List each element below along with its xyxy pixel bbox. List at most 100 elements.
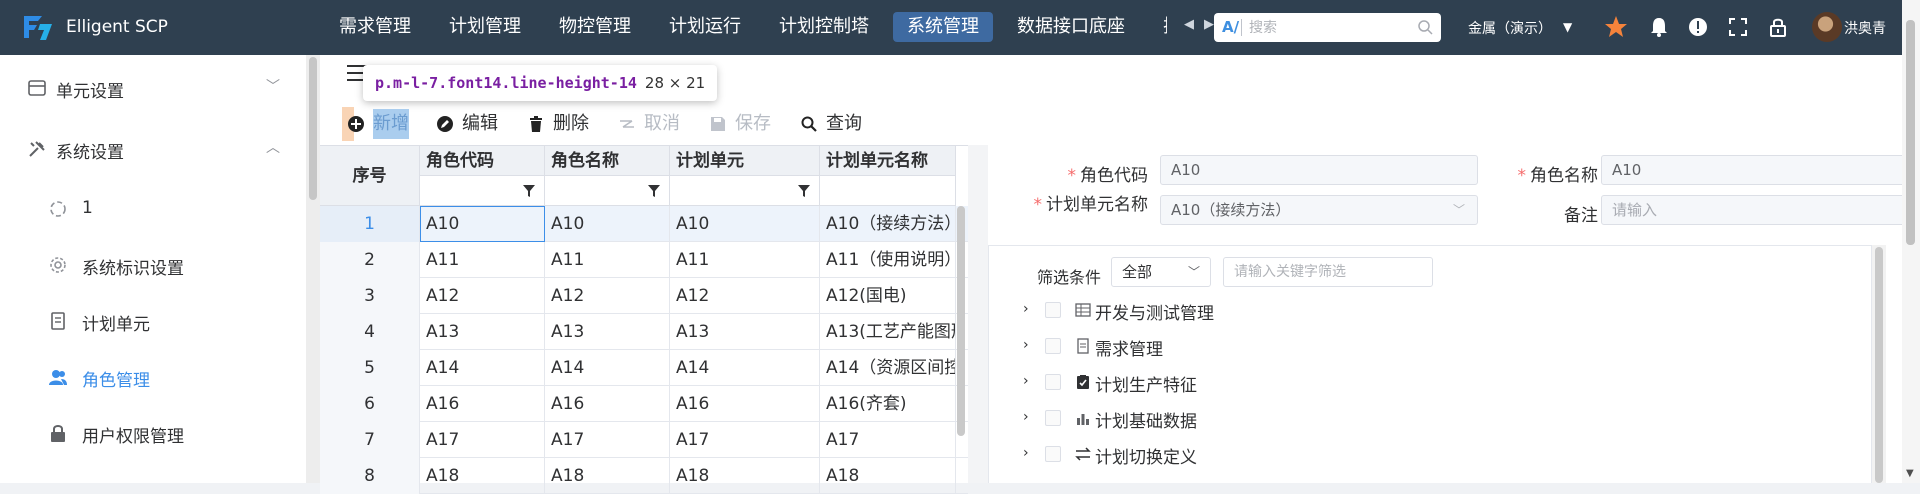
table-row[interactable]: 2 A11 A11 A11 A11（使用说明） [320,242,968,278]
page-scroll-thumb[interactable] [1906,20,1915,245]
cell-role-code[interactable]: A10 [420,206,545,242]
role-code-field[interactable]: A10 [1160,155,1478,185]
sidebar-item-system-settings[interactable]: 系统设置 ︿ [0,121,306,175]
sidebar-item-plan-unit[interactable]: 计划单元 [0,293,306,347]
chevron-right-icon[interactable]: › [1023,445,1029,461]
delete-button[interactable]: 删除 [527,109,599,139]
sidebar-item-system-id[interactable]: 系统标识设置 [0,237,306,291]
chevron-down-icon[interactable]: ▼ [1563,20,1572,34]
nav-system[interactable]: 系统管理 [893,12,993,42]
cell-role-name[interactable]: A14 [545,350,670,386]
table-row[interactable]: 1 A10 A10 A10 A10（接续方法） [320,206,968,242]
nav-plan[interactable]: 计划管理 [435,12,535,42]
column-header-plan-unit-name[interactable]: 计划单元名称 [820,146,956,176]
cell-role-name[interactable]: A11 [545,242,670,278]
user-avatar[interactable] [1812,12,1842,42]
cell-plan-unit-name[interactable]: A16(齐套) [820,386,956,422]
scroll-down-arrow-icon[interactable]: ▼ [1906,468,1914,479]
cell-role-name[interactable]: A18 [545,458,670,494]
cell-role-name[interactable]: A10 [545,206,670,242]
cell-role-code[interactable]: A16 [420,386,545,422]
filter-cell-role-code[interactable] [420,176,545,206]
cell-plan-unit[interactable]: A18 [670,458,820,494]
cell-plan-unit-name[interactable]: A11（使用说明） [820,242,956,278]
page-scrollbar[interactable]: ▼ [1902,0,1920,483]
nav-demand[interactable]: 需求管理 [325,12,425,42]
table-row[interactable]: 6 A16 A16 A16 A16(齐套) [320,386,968,422]
cell-plan-unit-name[interactable]: A18 [820,458,956,494]
filter-icon[interactable] [797,184,811,198]
column-header-no[interactable]: 序号 [320,146,420,206]
filter-cell-plan-unit[interactable] [670,176,820,206]
filter-icon[interactable] [647,184,661,198]
cell-plan-unit-name[interactable]: A12(国电) [820,278,956,314]
cell-role-name[interactable]: A16 [545,386,670,422]
chevron-right-icon[interactable]: › [1023,373,1029,389]
search-input[interactable] [1249,17,1409,38]
table-row[interactable]: 7 A17 A17 A17 A17 [320,422,968,458]
chevron-right-icon[interactable]: › [1023,337,1029,353]
app-logo-icon[interactable] [20,12,56,42]
cell-plan-unit[interactable]: A17 [670,422,820,458]
sidebar-item-unit-settings[interactable]: 单元设置 ﹀ [0,60,306,114]
filter-condition-select[interactable]: 全部 ﹀ [1111,257,1211,287]
nav-extension[interactable]: 扩展 [1149,12,1167,42]
table-row[interactable]: 3 A12 A12 A12 A12(国电) [320,278,968,314]
cell-role-name[interactable]: A12 [545,278,670,314]
tenant-selector[interactable]: 金属（演示） [1468,18,1552,38]
cell-plan-unit-name[interactable]: A10（接续方法） [820,206,956,242]
cell-plan-unit[interactable]: A10 [670,206,820,242]
chevron-right-icon[interactable]: › [1023,409,1029,425]
cell-plan-unit-name[interactable]: A17 [820,422,956,458]
search-box[interactable]: A/ [1214,13,1441,42]
cell-role-code[interactable]: A13 [420,314,545,350]
sidebar-scrollbar[interactable] [306,55,320,483]
tree-checkbox[interactable] [1045,374,1061,390]
plan-unit-name-select[interactable]: A10（接续方法） ﹀ [1160,195,1478,225]
remark-field[interactable]: 请输入 [1601,195,1919,225]
add-button[interactable]: 新增 [342,107,419,141]
cell-role-code[interactable]: A11 [420,242,545,278]
sidebar-item-user-permissions[interactable]: 用户权限管理 [0,405,306,459]
panel-divider[interactable] [968,145,988,483]
bell-icon[interactable] [1646,14,1672,40]
cell-role-code[interactable]: A12 [420,278,545,314]
permission-scrollbar[interactable] [1872,245,1886,483]
keyword-filter-input[interactable]: 请输入关键字筛选 [1223,257,1433,287]
alert-icon[interactable] [1685,14,1711,40]
nav-data-interface[interactable]: 数据接口底座 [1003,12,1139,42]
cell-role-name[interactable]: A17 [545,422,670,458]
table-row[interactable]: 8 A18 A18 A18 A18 [320,458,968,494]
star-icon[interactable] [1603,14,1629,40]
grid-scrollbar[interactable] [956,206,966,484]
sidebar-item-role-management[interactable]: 角色管理 [0,349,306,403]
tree-checkbox[interactable] [1045,410,1061,426]
username[interactable]: 洪奥青 [1844,18,1886,38]
nav-plan-run[interactable]: 计划运行 [655,12,755,42]
search-icon[interactable] [1417,19,1433,35]
sidebar-item-1[interactable]: 1 [0,181,306,235]
column-header-role-code[interactable]: 角色代码 [420,146,545,176]
nav-control-tower[interactable]: 计划控制塔 [765,12,883,42]
cell-role-code[interactable]: A17 [420,422,545,458]
cell-plan-unit-name[interactable]: A13(工艺产能图形 [820,314,956,350]
grid-scroll-thumb[interactable] [957,206,965,436]
role-name-field[interactable]: A10 [1601,155,1919,185]
cancel-button[interactable]: 取消 [618,109,690,139]
filter-cell-role-name[interactable] [545,176,670,206]
cell-plan-unit[interactable]: A16 [670,386,820,422]
cell-plan-unit[interactable]: A11 [670,242,820,278]
nav-left-arrow-icon[interactable]: ◀ [1184,17,1204,32]
column-header-role-name[interactable]: 角色名称 [545,146,670,176]
nav-material[interactable]: 物控管理 [545,12,645,42]
tree-checkbox[interactable] [1045,338,1061,354]
permission-scroll-thumb[interactable] [1875,247,1883,483]
table-row[interactable]: 5 A14 A14 A14 A14（资源区间控 [320,350,968,386]
cell-plan-unit[interactable]: A14 [670,350,820,386]
cell-role-name[interactable]: A13 [545,314,670,350]
cell-plan-unit[interactable]: A13 [670,314,820,350]
edit-button[interactable]: 编辑 [436,109,508,139]
cell-plan-unit[interactable]: A12 [670,278,820,314]
filter-icon[interactable] [522,184,536,198]
column-header-plan-unit[interactable]: 计划单元 [670,146,820,176]
